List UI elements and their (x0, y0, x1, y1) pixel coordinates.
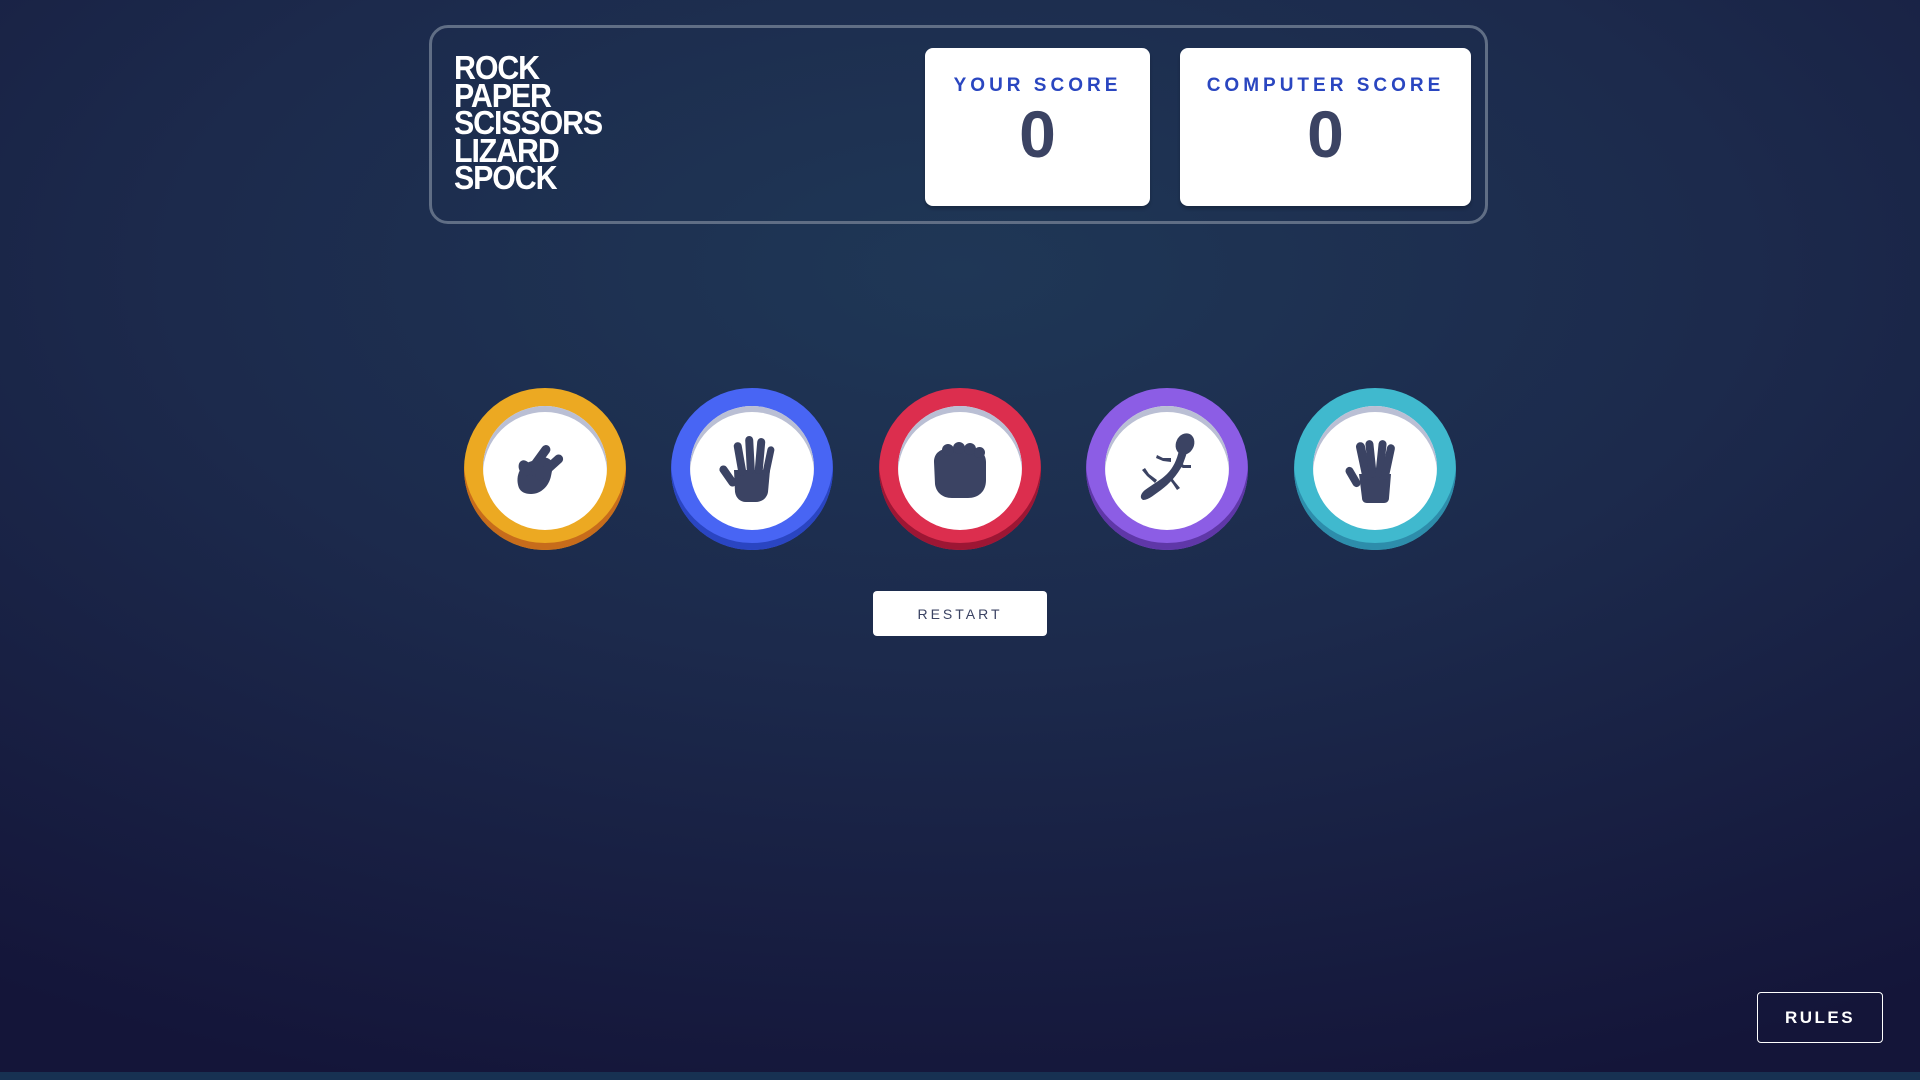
choice-spock-button[interactable] (1294, 388, 1456, 550)
choice-scissors-face (483, 406, 607, 530)
choice-lizard-button[interactable] (1086, 388, 1248, 550)
choice-scissors-button[interactable] (464, 388, 626, 550)
your-score-card: YOUR SCORE 0 (925, 48, 1150, 206)
your-score-value: 0 (1019, 97, 1056, 171)
score-header: ROCK PAPER SCISSORS LIZARD SPOCK YOUR SC… (429, 25, 1488, 224)
your-score-label: YOUR SCORE (953, 75, 1122, 96)
title-line-spock: SPOCK (454, 159, 558, 196)
bottom-strip (0, 1072, 1920, 1080)
scissors-icon (517, 445, 564, 494)
spock-icon (1345, 440, 1395, 503)
rock-icon (934, 442, 986, 498)
paper-icon (719, 436, 775, 502)
computer-score-value: 0 (1307, 97, 1344, 171)
choice-rock-button[interactable] (879, 388, 1041, 550)
choice-paper-face (690, 406, 814, 530)
lizard-icon (1140, 433, 1195, 500)
rules-button[interactable]: RULES (1757, 992, 1883, 1043)
choice-lizard-face (1105, 406, 1229, 530)
choice-paper-button[interactable] (671, 388, 833, 550)
choice-rock-face (898, 406, 1022, 530)
game-title: ROCK PAPER SCISSORS LIZARD SPOCK (454, 51, 615, 196)
computer-score-card: COMPUTER SCORE 0 (1180, 48, 1471, 206)
choice-spock-face (1313, 406, 1437, 530)
restart-button[interactable]: RESTART (873, 591, 1047, 636)
computer-score-label: COMPUTER SCORE (1206, 75, 1445, 96)
